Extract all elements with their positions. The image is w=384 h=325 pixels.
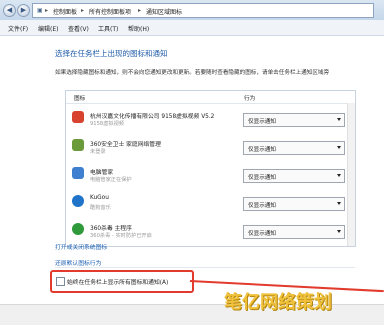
show-all-icons-label[interactable]: 始终在任务栏上显示所有图标和通知(A) — [67, 277, 168, 286]
list-item: 360杀毒 主程序 360杀毒 - 实时防护已开启 仅显示通知 — [66, 217, 348, 245]
menu-bar: 文件(F) 编辑(E) 查看(V) 工具(T) 帮助(H) — [0, 20, 384, 36]
forward-arrow-icon[interactable]: ▶ — [17, 4, 30, 17]
behavior-select-value: 仅显示通知 — [248, 175, 276, 181]
behavior-select-value: 仅显示通知 — [248, 147, 276, 153]
kugou-icon — [72, 195, 84, 207]
behavior-select[interactable]: 仅显示通知 — [243, 225, 345, 239]
breadcrumb-separator: ▸ — [81, 7, 85, 14]
breadcrumb-separator: ▸ — [45, 7, 49, 14]
menu-help[interactable]: 帮助(H) — [128, 24, 149, 33]
show-all-icons-checkbox[interactable] — [56, 277, 65, 286]
360-antivirus-icon — [72, 223, 84, 235]
menu-tools[interactable]: 工具(T) — [98, 24, 118, 33]
chevron-down-icon — [337, 202, 341, 205]
control-panel-icon: ▣ — [37, 7, 43, 14]
behavior-select-value: 仅显示通知 — [248, 203, 276, 209]
app-subtitle: 360杀毒 - 实时防护已开启 — [90, 233, 152, 239]
page-title: 选择在任务栏上出现的图标和通知 — [55, 49, 168, 58]
system-icons-link[interactable]: 打开或关闭系统图标 — [55, 242, 107, 251]
list-item: KuGou 酷狗音乐 仅显示通知 — [66, 189, 348, 217]
list-item: 杭州汉嘉文化传播有限公司 9158虚拟视频 V5.2 9158虚拟视频 仅显示通… — [66, 105, 348, 133]
breadcrumb-notification-icons[interactable]: 通知区域图标 — [146, 7, 182, 16]
360-safeguard-icon — [72, 139, 84, 151]
main-content: 选择在任务栏上出现的图标和通知 如果选择隐藏图标和通知，则不会向您通知更改和更新… — [0, 36, 384, 325]
address-bar: ◀ ▶ ▣ ▸ 控制面板 ▸ 所有控制面板项 ▸ 通知区域图标 — [0, 0, 384, 21]
app-name: 杭州汉嘉文化传播有限公司 9158虚拟视频 V5.2 — [90, 114, 215, 120]
back-arrow-icon[interactable]: ◀ — [3, 4, 16, 17]
menu-edit[interactable]: 编辑(E) — [38, 24, 58, 33]
list-scrollbar[interactable] — [347, 103, 355, 246]
9158-app-icon — [72, 111, 84, 123]
breadcrumb-all-items[interactable]: 所有控制面板项 — [89, 7, 131, 16]
chevron-down-icon — [337, 174, 341, 177]
behavior-select-value: 仅显示通知 — [248, 231, 276, 237]
restore-default-link[interactable]: 还原默认图标行为 — [55, 258, 101, 267]
behavior-select[interactable]: 仅显示通知 — [243, 169, 345, 183]
list-item: 360安全卫士 家庭网络管理 未登录 仅显示通知 — [66, 133, 348, 161]
breadcrumb-control-panel[interactable]: 控制面板 — [53, 7, 77, 16]
column-header-behavior: 行为 — [244, 96, 256, 102]
app-subtitle: 电脑管家正在保护 — [90, 177, 132, 183]
notification-icons-list: 图标 行为 杭州汉嘉文化传播有限公司 9158虚拟视频 V5.2 9158虚拟视… — [65, 90, 356, 247]
behavior-select[interactable]: 仅显示通知 — [243, 113, 345, 127]
breadcrumb-separator: ▸ — [138, 7, 142, 14]
column-header-icon: 图标 — [74, 96, 86, 102]
app-subtitle: 未登录 — [90, 149, 106, 155]
menu-view[interactable]: 查看(V) — [68, 24, 89, 33]
page-description: 如果选择隐藏图标和通知，则不会向您通知更改和更新。若要随时查看隐藏的图标，请单击… — [55, 70, 330, 76]
app-name: 电脑管家 — [90, 170, 114, 176]
chevron-down-icon — [337, 118, 341, 121]
divider — [55, 267, 355, 268]
chevron-down-icon — [337, 230, 341, 233]
behavior-select[interactable]: 仅显示通知 — [243, 197, 345, 211]
behavior-select-value: 仅显示通知 — [248, 119, 276, 125]
breadcrumb[interactable]: ▣ ▸ 控制面板 ▸ 所有控制面板项 ▸ 通知区域图标 — [32, 3, 374, 18]
app-name: 360杀毒 主程序 — [90, 226, 132, 232]
app-name: 360安全卫士 家庭网络管理 — [90, 142, 161, 148]
list-header: 图标 行为 — [66, 91, 355, 104]
pc-manager-icon — [72, 167, 84, 179]
watermark: 笔亿网络策划 — [224, 292, 332, 313]
chevron-down-icon — [337, 146, 341, 149]
app-name: KuGou — [90, 195, 109, 201]
list-item: 电脑管家 电脑管家正在保护 仅显示通知 — [66, 161, 348, 189]
app-subtitle: 酷狗音乐 — [90, 205, 111, 211]
behavior-select[interactable]: 仅显示通知 — [243, 141, 345, 155]
app-subtitle: 9158虚拟视频 — [90, 121, 124, 127]
menu-file[interactable]: 文件(F) — [8, 24, 28, 33]
